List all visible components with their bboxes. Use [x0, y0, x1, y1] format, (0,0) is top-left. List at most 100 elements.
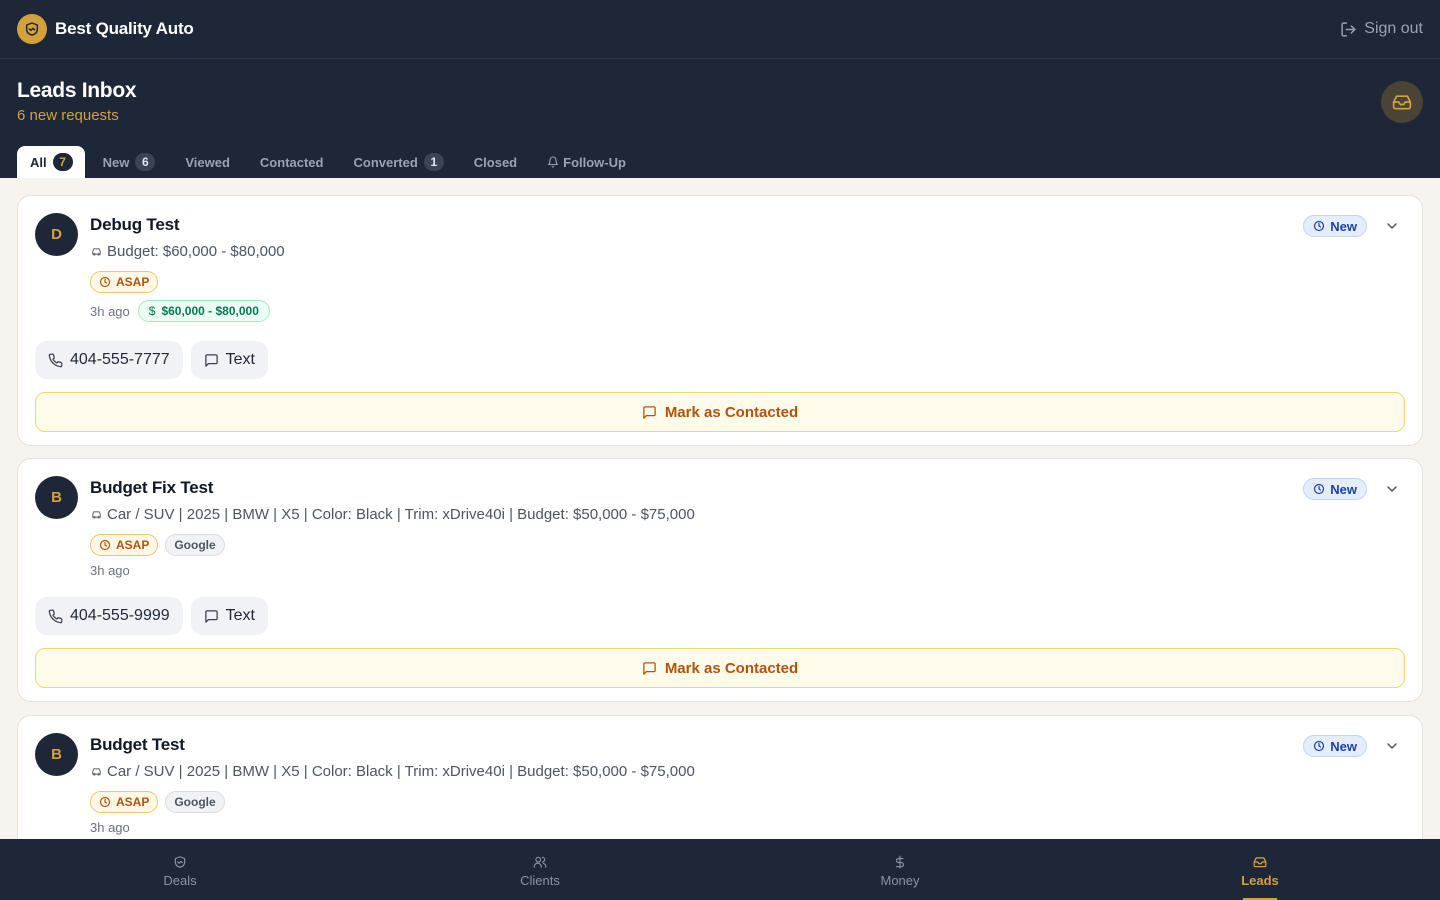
contact-actions: 404-555-9999 Text [35, 597, 276, 635]
urgency-badge: ASAP [90, 271, 159, 293]
tab-label: All [30, 154, 47, 170]
tab-count-badge: 1 [423, 153, 444, 171]
lead-meta: 3h ago $ $60,000 - $80,000 [90, 300, 270, 322]
urgency-badge: ASAP [90, 534, 159, 556]
car-icon [92, 248, 101, 256]
clock-icon [1314, 740, 1325, 752]
status-badge: New [1303, 735, 1367, 757]
clock-icon [1314, 220, 1325, 232]
chevron-down-icon[interactable] [1384, 738, 1400, 754]
chevron-down-icon[interactable] [1384, 481, 1400, 497]
lead-card[interactable]: D Debug Test Budget: $60,000 - $80,000 A… [17, 195, 1423, 446]
mark-contacted-button[interactable]: Mark as Contacted [35, 392, 1405, 432]
lead-description-text: Car / SUV | 2025 | BMW | X5 | Color: Bla… [107, 506, 695, 523]
clock-icon [99, 539, 111, 551]
lead-time: 3h ago [90, 820, 130, 835]
nav-deals[interactable]: Deals [0, 839, 360, 900]
lead-meta: 3h ago [90, 563, 130, 578]
text-label: Text [225, 351, 255, 368]
tab-new[interactable]: New 6 [90, 146, 168, 178]
tab-follow-up[interactable]: Follow-Up [534, 146, 638, 178]
leads-list: D Debug Test Budget: $60,000 - $80,000 A… [0, 178, 1440, 839]
mark-contacted-button[interactable]: Mark as Contacted [35, 648, 1405, 688]
new-requests-count: 6 new requests [17, 107, 119, 124]
lead-name: Budget Fix Test [90, 478, 214, 497]
tab-label: Contacted [259, 154, 324, 170]
nav-label: Deals [163, 872, 197, 888]
status-badge: New [1303, 215, 1367, 237]
lead-time: 3h ago [90, 563, 130, 578]
lead-description: Budget: $60,000 - $80,000 [90, 243, 285, 260]
urgency-label: ASAP [116, 538, 150, 552]
clock-icon [1314, 483, 1325, 495]
sign-out-button[interactable]: Sign out [1340, 20, 1423, 38]
inbox-icon [1253, 856, 1267, 867]
tab-closed[interactable]: Closed [461, 146, 529, 178]
bottom-nav: Deals Clients Money Leads [0, 839, 1440, 900]
top-bar: Best Quality Auto Sign out [0, 0, 1440, 59]
budget-value: $60,000 - $80,000 [161, 304, 259, 318]
avatar: B [35, 733, 78, 776]
car-icon [92, 511, 101, 519]
phone-icon [48, 353, 63, 367]
lead-tags: ASAP Google [90, 534, 232, 556]
chevron-down-icon[interactable] [1384, 218, 1400, 234]
handshake-icon [174, 855, 186, 868]
nav-clients[interactable]: Clients [360, 839, 720, 900]
mark-contacted-label: Mark as Contacted [664, 659, 799, 677]
mark-contacted-label: Mark as Contacted [664, 403, 799, 421]
text-label: Text [225, 607, 255, 624]
nav-label: Money [880, 872, 920, 888]
clock-icon [99, 796, 111, 808]
tab-label: Converted [353, 154, 418, 170]
tab-count-badge: 6 [135, 153, 156, 171]
lead-card[interactable]: B Budget Fix Test Car / SUV | 2025 | BMW… [17, 458, 1423, 702]
tab-converted[interactable]: Converted 1 [340, 146, 455, 178]
tab-contacted[interactable]: Contacted [247, 146, 336, 178]
call-button[interactable]: 404-555-7777 [35, 341, 183, 379]
dollar-icon [895, 855, 905, 868]
tab-label: Closed [473, 154, 518, 170]
message-icon [643, 405, 656, 419]
brand-name: Best Quality Auto [55, 19, 194, 38]
dollar-icon: $ [148, 304, 156, 318]
avatar: D [35, 213, 78, 256]
message-icon [204, 609, 218, 623]
nav-leads[interactable]: Leads [1080, 839, 1440, 900]
lead-meta: 3h ago [90, 820, 130, 835]
nav-money[interactable]: Money [720, 839, 1080, 900]
lead-card[interactable]: B Budget Test Car / SUV | 2025 | BMW | X… [17, 715, 1423, 839]
call-button[interactable]: 404-555-9999 [35, 597, 183, 635]
tab-viewed[interactable]: Viewed [172, 146, 242, 178]
inbox-icon [1392, 95, 1412, 110]
page-title: Leads Inbox [17, 79, 137, 102]
text-button[interactable]: Text [190, 597, 268, 635]
urgency-label: ASAP [116, 275, 150, 289]
message-icon [643, 661, 656, 675]
tab-label: New [102, 154, 130, 170]
source-badge: Google [165, 791, 225, 813]
sign-out-label: Sign out [1364, 20, 1423, 37]
inbox-button[interactable] [1381, 81, 1423, 123]
tab-count-badge: 7 [52, 153, 73, 171]
lead-tags: ASAP [90, 271, 165, 293]
status-label: New [1330, 481, 1357, 497]
filter-tabs: All 7 New 6 Viewed Contacted Converted 1… [17, 146, 643, 178]
phone-number: 404-555-7777 [70, 351, 170, 368]
tab-label: Viewed [185, 154, 230, 170]
text-button[interactable]: Text [190, 341, 268, 379]
tab-all[interactable]: All 7 [17, 146, 85, 178]
lead-description-text: Budget: $60,000 - $80,000 [107, 243, 285, 260]
urgency-label: ASAP [116, 795, 150, 809]
car-icon [92, 768, 101, 776]
budget-badge: $ $60,000 - $80,000 [137, 300, 270, 322]
tab-label: Follow-Up [563, 154, 626, 170]
lead-time: 3h ago [90, 303, 130, 319]
sign-out-icon [1341, 21, 1356, 37]
phone-number: 404-555-9999 [70, 607, 170, 624]
clock-icon [99, 276, 111, 288]
page-header: Leads Inbox 6 new requests All 7 New 6 V… [0, 59, 1440, 178]
shield-logo-icon [17, 14, 47, 44]
source-badge: Google [165, 534, 225, 556]
status-label: New [1330, 218, 1357, 234]
